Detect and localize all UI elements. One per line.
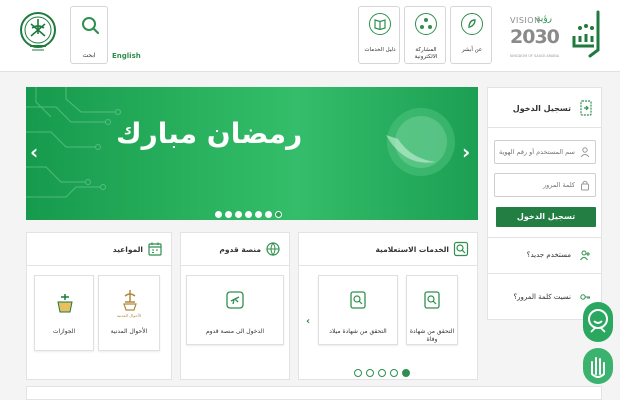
login-header: تسجيل الدخول bbox=[488, 88, 601, 128]
services-page-dot[interactable] bbox=[354, 369, 362, 377]
banner-slide-dot[interactable] bbox=[245, 211, 252, 218]
login-icon bbox=[580, 100, 592, 116]
banner-next-arrow[interactable]: › bbox=[462, 142, 470, 162]
services-page-dot[interactable] bbox=[366, 369, 374, 377]
banner-slide-dot[interactable] bbox=[225, 211, 232, 218]
about-icon bbox=[461, 13, 483, 35]
appointment-tile-civil-affairs-label: الأحوال المدنية bbox=[110, 328, 148, 335]
forgot-password-link[interactable]: نسيت كلمة المرور؟ bbox=[513, 293, 571, 301]
book-icon bbox=[369, 13, 391, 35]
banner-slide-dot[interactable] bbox=[215, 211, 222, 218]
services-page-dot[interactable] bbox=[402, 369, 410, 377]
services-prev-arrow[interactable]: ‹ bbox=[306, 316, 310, 327]
site-header: ابحث English دليل الخدمات المشاركة الالك… bbox=[0, 0, 620, 72]
globe-icon bbox=[266, 242, 280, 256]
airplane-icon bbox=[226, 291, 244, 309]
appointment-tile-passports-label: الجوازات bbox=[52, 328, 76, 335]
language-switch-link[interactable]: English bbox=[112, 52, 141, 60]
lock-icon bbox=[581, 180, 589, 191]
chat-assistant-icon bbox=[588, 309, 608, 333]
civil-affairs-logo-text: الأحوال المدنية bbox=[116, 313, 142, 318]
certificate-search-icon bbox=[424, 291, 440, 309]
login-panel: تسجيل الدخول تسجيل الدخول مستخدم جديد؟ ن… bbox=[487, 87, 602, 320]
services-pagination bbox=[354, 362, 414, 381]
participation-icon bbox=[415, 13, 437, 35]
appointments-title: المواعيد bbox=[112, 245, 143, 254]
vision-arabic-word: رؤية bbox=[536, 14, 553, 24]
service-tile-death-certificate[interactable]: التحقق من شهادة وفاة bbox=[406, 275, 458, 345]
login-submit-button[interactable]: تسجيل الدخول bbox=[496, 207, 596, 227]
circuit-pattern-decoration bbox=[26, 87, 455, 198]
search-label: ابحث bbox=[82, 52, 96, 59]
arrival-platform-title: منصة قدوم bbox=[219, 245, 261, 254]
services-page-dot[interactable] bbox=[390, 369, 398, 377]
chat-assistant-button[interactable] bbox=[583, 302, 613, 342]
sign-language-icon bbox=[591, 357, 605, 378]
banner-slide-dot[interactable] bbox=[255, 211, 262, 218]
banner-pagination bbox=[215, 203, 285, 218]
arrival-platform-tile-label: الدخول الى منصة قدوم bbox=[205, 328, 265, 335]
banner-prev-arrow[interactable]: ‹ bbox=[30, 142, 38, 162]
passports-logo bbox=[57, 294, 73, 313]
user-icon bbox=[580, 147, 590, 158]
nav-e-participation[interactable]: المشاركة الالكترونية bbox=[404, 6, 446, 64]
search-icon bbox=[82, 17, 100, 35]
divider bbox=[488, 273, 601, 274]
banner-slide-dot[interactable] bbox=[265, 211, 272, 218]
calendar-icon bbox=[148, 242, 162, 256]
search-button[interactable]: ابحث bbox=[70, 6, 108, 64]
login-title: تسجيل الدخول bbox=[512, 104, 571, 113]
service-tile-birth-certificate-label: التحقق من شهادة ميلاد bbox=[329, 328, 387, 335]
nav-services-guide-label: دليل الخدمات bbox=[364, 47, 396, 53]
inquiry-icon bbox=[453, 241, 469, 257]
next-section-strip bbox=[26, 386, 602, 400]
divider bbox=[27, 265, 171, 266]
nav-about-absher[interactable]: عن أبشر bbox=[450, 6, 492, 64]
new-user-link[interactable]: مستخدم جديد؟ bbox=[527, 251, 571, 259]
divider bbox=[299, 265, 477, 266]
divider bbox=[181, 265, 289, 266]
arrival-platform-tile[interactable]: الدخول الى منصة قدوم bbox=[186, 275, 284, 345]
services-page-dot[interactable] bbox=[378, 369, 386, 377]
vision-2030-logo: VISION رؤية 2030 KINGDOM OF SAUDI ARABIA bbox=[496, 10, 562, 62]
appointment-tile-passports[interactable]: الجوازات bbox=[34, 275, 94, 351]
civil-affairs-logo bbox=[123, 290, 137, 311]
ministry-emblem-logo[interactable] bbox=[18, 10, 58, 58]
nav-about-absher-label: عن أبشر bbox=[461, 47, 483, 53]
nav-services-guide[interactable]: دليل الخدمات bbox=[358, 6, 400, 64]
ramadan-greeting-text: رمضان مبارك bbox=[116, 117, 303, 150]
nav-e-participation-label: المشاركة الالكترونية bbox=[414, 47, 438, 60]
vision-year: 2030 bbox=[510, 26, 560, 48]
appointment-tile-civil-affairs[interactable]: الأحوال المدنية الأحوال المدنية bbox=[98, 275, 160, 351]
banner-slide-dot[interactable] bbox=[235, 211, 242, 218]
divider bbox=[488, 237, 601, 238]
absher-logo[interactable] bbox=[566, 6, 606, 64]
service-tile-birth-certificate[interactable]: التحقق من شهادة ميلاد bbox=[318, 275, 398, 345]
vision-kingdom-text: KINGDOM OF SAUDI ARABIA bbox=[510, 54, 560, 58]
add-user-icon bbox=[580, 250, 590, 261]
hero-banner[interactable]: رمضان مبارك ‹ › bbox=[26, 87, 478, 220]
banner-slide-dot[interactable] bbox=[275, 211, 282, 218]
accessibility-button[interactable] bbox=[583, 348, 613, 384]
certificate-search-icon bbox=[350, 291, 366, 309]
service-tile-death-certificate-label: التحقق من شهادة وفاة bbox=[409, 328, 455, 343]
inquiry-services-title: الخدمات الاستعلامية bbox=[375, 245, 449, 254]
